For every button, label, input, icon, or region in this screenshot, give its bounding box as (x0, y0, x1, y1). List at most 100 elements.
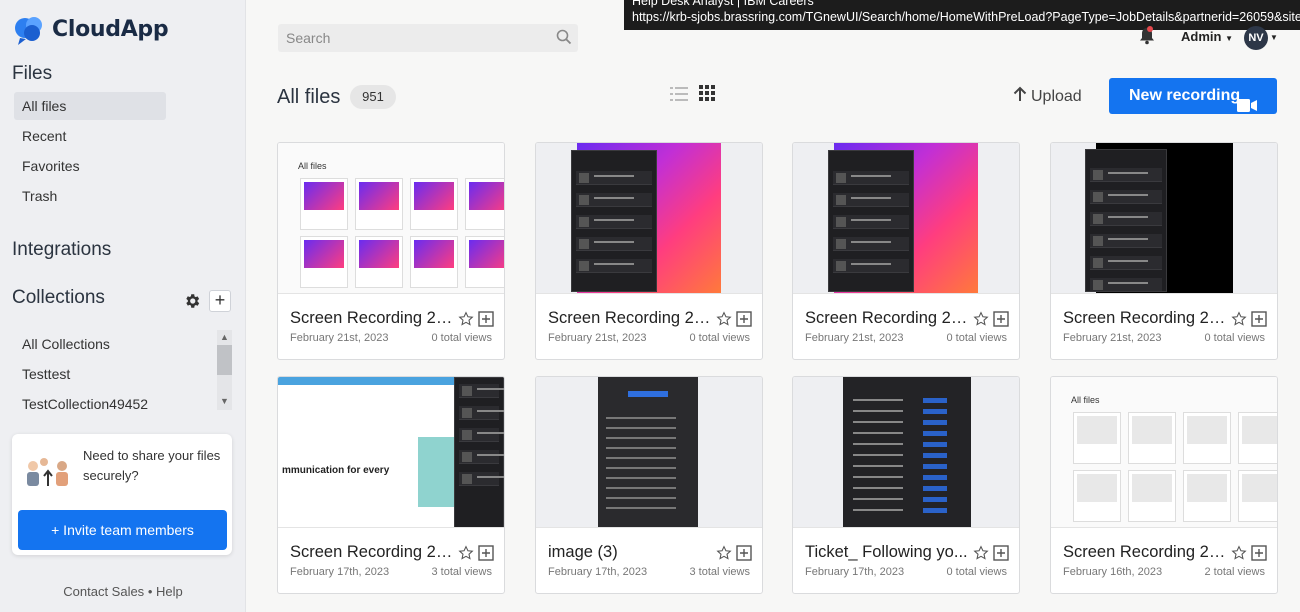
file-thumbnail[interactable]: mmunication for every (278, 377, 504, 528)
files-section-title: Files (12, 63, 53, 84)
star-icon[interactable] (458, 545, 474, 566)
scroll-up-icon[interactable]: ▲ (220, 332, 229, 342)
collection-item[interactable]: TestCollection49452 (14, 390, 148, 418)
file-date: February 16th, 2023 (1063, 566, 1163, 578)
collections-scrollbar[interactable]: ▲ ▼ (217, 330, 232, 410)
contact-sales-link[interactable]: Contact Sales (63, 584, 144, 599)
star-icon[interactable] (716, 545, 732, 566)
new-recording-button[interactable]: New recording (1109, 78, 1277, 114)
sidebar-footer: Contact Sales • Help (0, 584, 246, 599)
star-icon[interactable] (1231, 545, 1247, 566)
file-card[interactable]: All files Screen Recording 20... February … (1050, 376, 1278, 594)
file-title[interactable]: Screen Recording 20... (1063, 543, 1229, 562)
file-date: February 21st, 2023 (548, 332, 647, 344)
sidebar-item-all-files[interactable]: All files (14, 92, 166, 120)
add-to-collection-icon[interactable] (993, 311, 1009, 332)
add-to-collection-icon[interactable] (478, 311, 494, 332)
star-icon[interactable] (973, 545, 989, 566)
file-card[interactable]: Screen Recording 20... February 21st, 202… (535, 142, 763, 360)
file-title[interactable]: Screen Recording 20... (1063, 309, 1229, 328)
add-to-collection-icon[interactable] (993, 545, 1009, 566)
avatar[interactable]: NV (1244, 26, 1268, 50)
page-title: All files (277, 86, 341, 108)
add-to-collection-icon[interactable] (478, 545, 494, 566)
file-views: 0 total views (689, 332, 750, 344)
notification-dot (1147, 26, 1153, 32)
video-camera-icon (1237, 90, 1257, 126)
file-card[interactable]: mmunication for every Screen Recording 20… (277, 376, 505, 594)
file-date: February 17th, 2023 (548, 566, 648, 578)
list-view-icon[interactable] (670, 86, 688, 107)
arrow-up-icon (1013, 86, 1027, 107)
star-icon[interactable] (716, 311, 732, 332)
upload-label: Upload (1031, 87, 1082, 105)
gear-icon[interactable] (183, 292, 201, 310)
share-card: Need to share your files securely? + Inv… (12, 434, 232, 555)
upload-button[interactable]: Upload (1013, 86, 1082, 107)
add-to-collection-icon[interactable] (1251, 545, 1267, 566)
team-illustration-icon (24, 456, 76, 497)
collection-item[interactable]: All Collections (14, 330, 110, 358)
file-title[interactable]: Screen Recording 20... (290, 309, 456, 328)
file-title[interactable]: Screen Recording 20... (548, 309, 714, 328)
add-to-collection-icon[interactable] (1251, 311, 1267, 332)
collection-item[interactable]: Testtest (14, 360, 70, 388)
file-thumbnail[interactable] (1051, 143, 1277, 294)
file-date: February 21st, 2023 (805, 332, 904, 344)
collections-title: Collections (12, 287, 105, 308)
file-thumbnail[interactable]: All files (278, 143, 504, 294)
grid-view-icon[interactable] (699, 85, 715, 106)
sidebar-item-trash[interactable]: Trash (14, 182, 166, 210)
file-card[interactable]: Screen Recording 20... February 21st, 202… (792, 142, 1020, 360)
file-card[interactable]: Screen Recording 20... February 21st, 202… (1050, 142, 1278, 360)
file-views: 0 total views (1204, 332, 1265, 344)
file-views: 0 total views (431, 332, 492, 344)
cloudapp-logo-icon (12, 12, 46, 46)
help-link[interactable]: Help (156, 584, 183, 599)
search-bar[interactable]: Search (278, 24, 578, 52)
add-to-collection-icon[interactable] (736, 311, 752, 332)
file-thumbnail[interactable] (536, 143, 762, 294)
add-to-collection-icon[interactable] (736, 545, 752, 566)
file-thumbnail[interactable]: All files (1051, 377, 1277, 528)
bell-icon[interactable] (1139, 26, 1155, 50)
link-tooltip: Help Desk Analyst | IBM Careers https://… (624, 0, 1300, 30)
brand[interactable]: CloudApp (12, 12, 169, 46)
file-title[interactable]: Screen Recording 20... (805, 309, 971, 328)
thumb-headline: mmunication for every (282, 465, 390, 476)
sidebar-item-favorites[interactable]: Favorites (14, 152, 166, 180)
separator: • (147, 584, 153, 599)
star-icon[interactable] (1231, 311, 1247, 332)
file-thumbnail[interactable] (536, 377, 762, 528)
add-collection-button[interactable]: + (209, 290, 231, 312)
scroll-thumb[interactable] (217, 345, 232, 375)
search-icon[interactable] (556, 29, 572, 50)
file-card[interactable]: image (3) February 17th, 2023 3 total view… (535, 376, 763, 594)
file-thumbnail[interactable] (793, 377, 1019, 528)
file-thumbnail[interactable] (793, 143, 1019, 294)
file-title[interactable]: Ticket_ Following yo... (805, 543, 971, 562)
file-views: 0 total views (946, 566, 1007, 578)
file-title[interactable]: Screen Recording 20... (290, 543, 456, 562)
file-date: February 17th, 2023 (805, 566, 905, 578)
star-icon[interactable] (458, 311, 474, 332)
file-card[interactable]: All files Screen Recording 20... February … (277, 142, 505, 360)
invite-team-members-button[interactable]: + Invite team members (18, 510, 227, 550)
file-views: 3 total views (431, 566, 492, 578)
user-menu[interactable]: Admin ▼ (1181, 29, 1233, 44)
chevron-down-icon[interactable]: ▼ (1270, 33, 1278, 42)
thumb-title: All files (298, 161, 327, 171)
thumb-title: All files (1071, 395, 1100, 405)
tooltip-url: https://krb-sjobs.brassring.com/TGnewUI/… (632, 10, 1300, 24)
brand-name: CloudApp (52, 16, 169, 42)
sidebar: CloudApp Files All files Recent Favorite… (0, 0, 246, 612)
new-recording-label: New recording (1129, 87, 1241, 104)
star-icon[interactable] (973, 311, 989, 332)
sidebar-item-recent[interactable]: Recent (14, 122, 166, 150)
search-input[interactable]: Search (286, 24, 330, 52)
integrations-title[interactable]: Integrations (12, 239, 111, 261)
file-date: February 21st, 2023 (1063, 332, 1162, 344)
file-card[interactable]: Ticket_ Following yo... February 17th, 20… (792, 376, 1020, 594)
file-title[interactable]: image (3) (548, 543, 714, 562)
scroll-down-icon[interactable]: ▼ (220, 396, 229, 406)
